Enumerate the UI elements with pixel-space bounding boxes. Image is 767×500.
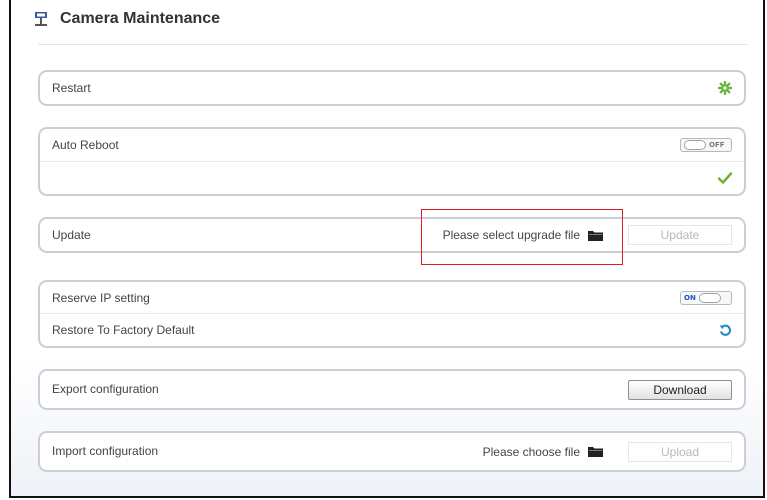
import-file-prompt: Please choose file bbox=[482, 444, 580, 459]
folder-icon[interactable] bbox=[588, 445, 604, 458]
export-row: Export configuration Download bbox=[40, 371, 744, 408]
restore-icon[interactable] bbox=[719, 324, 732, 337]
checkmark-icon[interactable] bbox=[718, 172, 732, 184]
camera-icon bbox=[35, 12, 47, 26]
upload-button[interactable]: Upload bbox=[628, 441, 732, 462]
title-divider bbox=[38, 44, 748, 45]
export-label: Export configuration bbox=[52, 382, 159, 396]
auto-reboot-panel: Auto Reboot OFF bbox=[38, 127, 746, 196]
factory-default-label: Restore To Factory Default bbox=[52, 323, 195, 337]
restart-label: Restart bbox=[52, 81, 91, 95]
toggle-knob bbox=[684, 140, 706, 150]
restart-panel: Restart bbox=[38, 70, 746, 106]
restart-row: Restart bbox=[40, 72, 744, 104]
import-label: Import configuration bbox=[52, 444, 159, 458]
update-panel: Update Please select upgrade file Update bbox=[38, 217, 746, 253]
auto-reboot-label: Auto Reboot bbox=[52, 138, 119, 152]
update-button[interactable]: Update bbox=[628, 225, 732, 245]
import-panel: Import configuration Please choose file … bbox=[38, 431, 746, 472]
reset-panel: Reserve IP setting ON Restore To Factory… bbox=[38, 280, 746, 348]
import-row: Import configuration Please choose file … bbox=[40, 433, 744, 470]
auto-reboot-toggle[interactable]: OFF bbox=[680, 138, 732, 152]
page-title: Camera Maintenance bbox=[60, 10, 221, 27]
auto-reboot-row: Auto Reboot OFF bbox=[40, 129, 744, 161]
update-label: Update bbox=[52, 228, 91, 242]
update-row: Update Please select upgrade file Update bbox=[40, 219, 744, 251]
toggle-state-text: ON bbox=[684, 293, 696, 302]
factory-default-row: Restore To Factory Default bbox=[40, 313, 744, 346]
reserve-ip-toggle[interactable]: ON bbox=[680, 290, 732, 305]
reserve-ip-label: Reserve IP setting bbox=[52, 291, 150, 305]
reserve-ip-row: Reserve IP setting ON bbox=[40, 282, 744, 313]
highlight-box bbox=[421, 209, 623, 265]
toggle-knob bbox=[698, 292, 721, 303]
auto-reboot-confirm-row bbox=[40, 161, 744, 194]
page-header: Camera Maintenance bbox=[32, 6, 220, 32]
download-button[interactable]: Download bbox=[628, 379, 732, 400]
gear-icon[interactable] bbox=[718, 81, 732, 95]
toggle-state-text: OFF bbox=[709, 141, 725, 149]
export-panel: Export configuration Download bbox=[38, 369, 746, 410]
